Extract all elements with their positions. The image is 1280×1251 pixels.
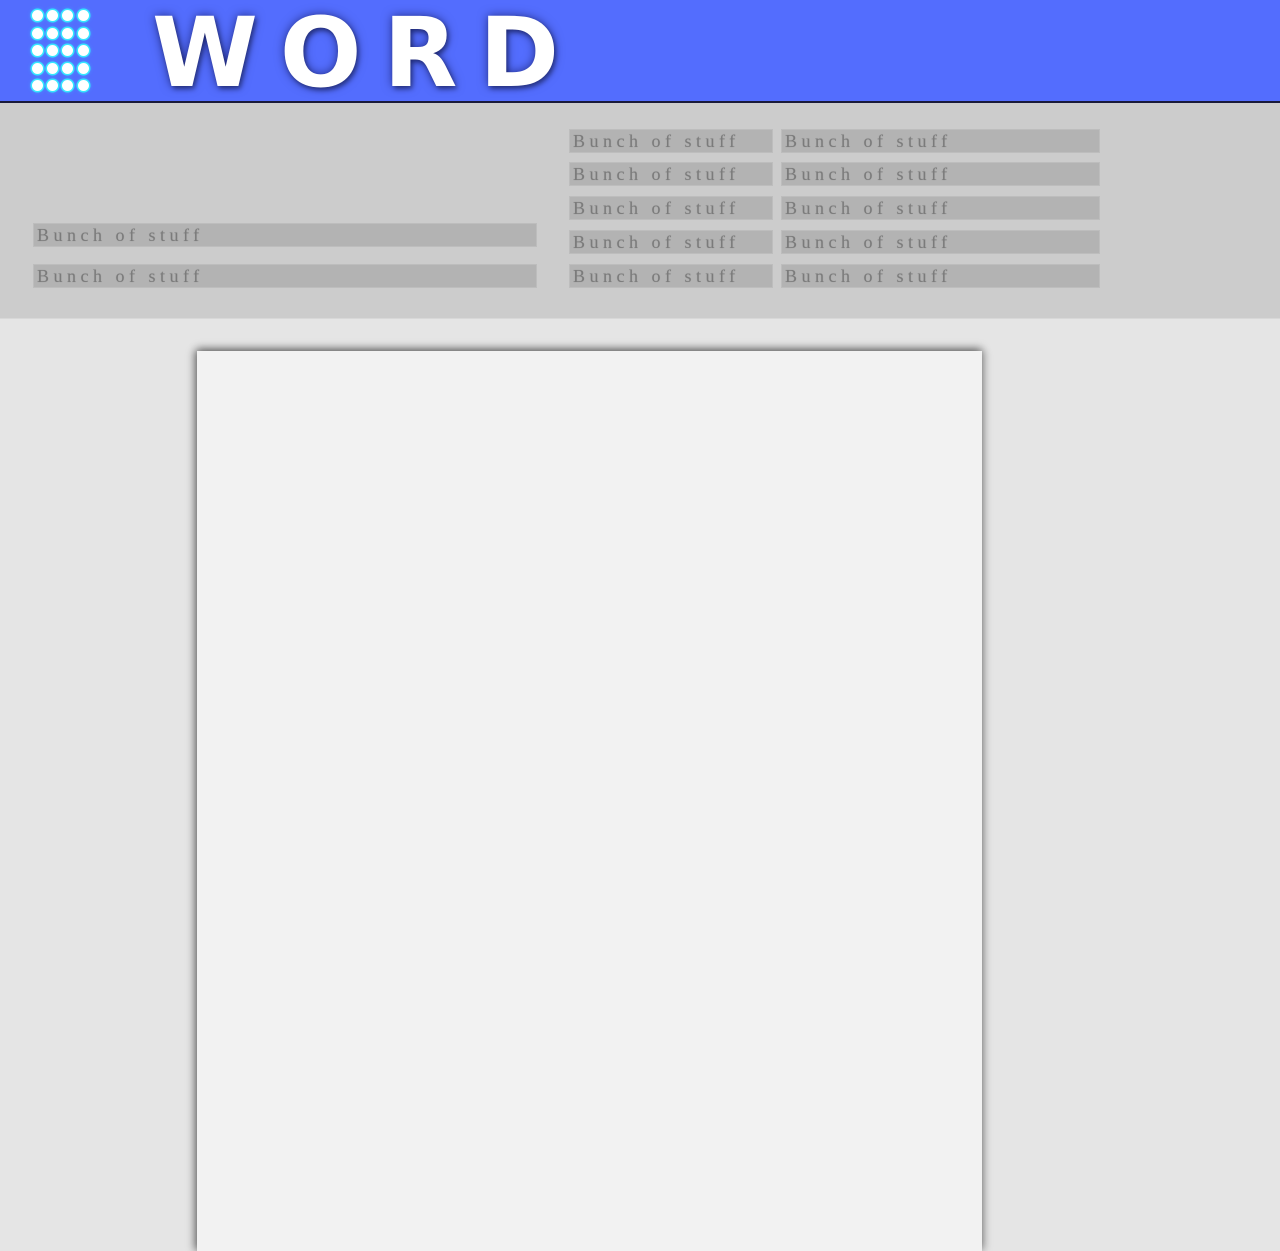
dot-grid-dot [62,80,74,91]
ribbon-item-grid-7[interactable]: Bunch of stuff [569,230,773,254]
document-page[interactable] [197,351,982,1251]
dot-grid-dot [32,27,43,39]
dot-grid-dot [47,62,59,74]
dot-grid-dot [32,80,43,91]
app-title: WORD [152,0,582,109]
dot-grid-dot [77,62,89,74]
dot-grid-dot [77,45,89,56]
ribbon-item-grid-1[interactable]: Bunch of stuff [569,129,773,153]
dot-grid-dot [62,62,74,74]
dot-grid-dot [32,45,43,56]
dot-grid-dot [47,45,59,56]
ribbon-item-grid-5[interactable]: Bunch of stuff [569,196,773,220]
ribbon-item-grid-10[interactable]: Bunch of stuff [781,264,1100,288]
dot-grid-dot [77,27,89,39]
app-header: WORD [0,0,1280,108]
dot-grid-dot [62,27,74,39]
dot-grid-dot [62,45,74,56]
dot-grid-dot [47,27,59,39]
ribbon-toolbar: Bunch of stuff Bunch of stuff Bunch of s… [0,103,1280,319]
dot-grid-dot [32,10,43,21]
ribbon-item-grid-6[interactable]: Bunch of stuff [781,196,1100,220]
ribbon-item-grid-4[interactable]: Bunch of stuff [781,162,1100,186]
dot-grid-dot [77,80,89,91]
document-workspace [0,319,1280,1251]
dot-grid-icon[interactable] [32,10,92,94]
ribbon-item-grid-3[interactable]: Bunch of stuff [569,162,773,186]
dot-grid-dot [47,10,59,21]
dot-grid-dot [32,62,43,74]
ribbon-item-grid-2[interactable]: Bunch of stuff [781,129,1100,153]
dot-grid-dot [77,10,89,21]
ribbon-item-grid-9[interactable]: Bunch of stuff [569,264,773,288]
ribbon-item-left-2[interactable]: Bunch of stuff [33,264,537,288]
dot-grid-dot [62,10,74,21]
ribbon-item-grid-8[interactable]: Bunch of stuff [781,230,1100,254]
ribbon-item-left-1[interactable]: Bunch of stuff [33,223,537,247]
dot-grid-dot [47,80,59,91]
